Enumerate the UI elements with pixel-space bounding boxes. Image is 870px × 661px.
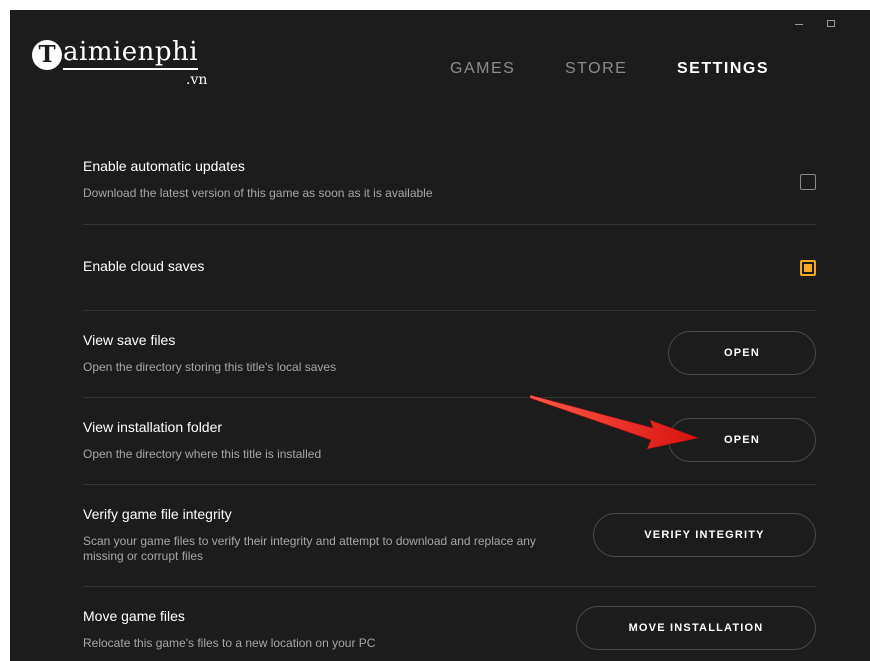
setting-title: View save files	[83, 332, 176, 348]
setting-row-installation-folder: View installation folder Open the direct…	[83, 397, 816, 485]
setting-desc: Scan your game files to verify their int…	[83, 534, 536, 563]
setting-row-cloud-saves: Enable cloud saves	[83, 224, 816, 311]
setting-desc: Open the directory where this title is i…	[83, 447, 322, 461]
move-installation-button[interactable]: MOVE INSTALLATION	[576, 606, 816, 650]
logo-text: aimienphi	[63, 36, 199, 70]
setting-desc: Relocate this game's files to a new loca…	[83, 636, 376, 650]
verify-integrity-button[interactable]: VERIFY INTEGRITY	[593, 513, 816, 557]
setting-title: Enable automatic updates	[83, 158, 245, 174]
setting-desc: Download the latest version of this game…	[83, 186, 433, 200]
setting-row-move-files: Move game files Relocate this game's fil…	[83, 586, 816, 661]
setting-row-verify-integrity: Verify game file integrity Scan your gam…	[83, 484, 816, 587]
setting-desc: Open the directory storing this title's …	[83, 360, 337, 374]
logo-sub: .vn	[186, 72, 208, 88]
auto-updates-checkbox[interactable]	[800, 174, 816, 190]
open-save-files-button[interactable]: OPEN	[668, 331, 816, 375]
setting-row-save-files: View save files Open the directory stori…	[83, 310, 816, 398]
maximize-icon[interactable]	[827, 20, 835, 27]
logo-initial: T	[32, 40, 62, 70]
setting-title: Verify game file integrity	[83, 506, 232, 522]
app-window: T aimienphi .vn GAMES STORE SETTINGS Ena…	[10, 10, 870, 661]
nav-settings[interactable]: SETTINGS	[677, 60, 769, 78]
nav-games[interactable]: GAMES	[450, 60, 515, 78]
setting-title: Move game files	[83, 608, 185, 624]
red-arrow-icon	[530, 395, 700, 450]
setting-row-auto-updates: Enable automatic updates Download the la…	[83, 140, 816, 225]
setting-title: View installation folder	[83, 419, 223, 435]
nav-store[interactable]: STORE	[565, 60, 627, 78]
cloud-saves-checkbox[interactable]	[800, 260, 816, 276]
minimize-icon[interactable]	[795, 24, 803, 25]
setting-title: Enable cloud saves	[83, 258, 205, 274]
